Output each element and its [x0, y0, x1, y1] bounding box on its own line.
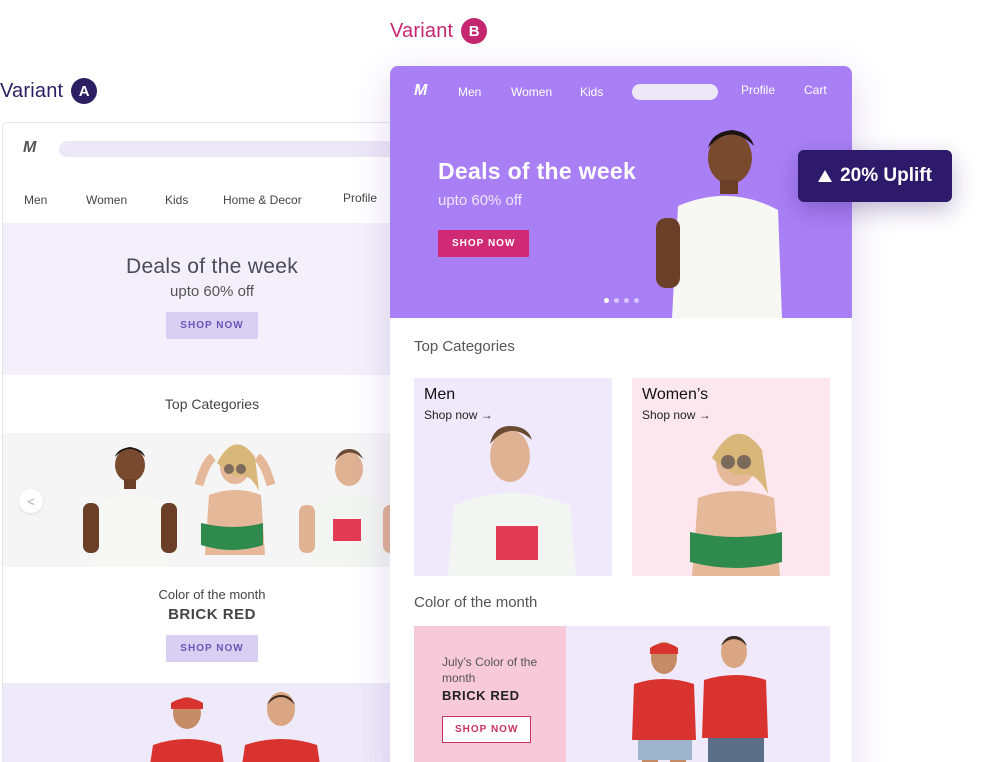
variant-a-nav-women[interactable]: Women	[86, 193, 127, 207]
variant-b-card-men[interactable]: Men Shop now →	[414, 378, 612, 576]
uplift-text: 20% Uplift	[840, 165, 932, 186]
variant-b-hero-pagination[interactable]	[604, 298, 639, 303]
variant-a-search-bar[interactable]	[59, 141, 419, 157]
variant-a-bottom-banner	[3, 683, 421, 762]
variant-a-hero: Deals of the week upto 60% off SHOP NOW	[3, 223, 421, 375]
variant-b-card-womens[interactable]: Women’s Shop now →	[632, 378, 830, 576]
variant-a-color-title: Color of the month	[158, 587, 266, 602]
men-card-title: Men	[424, 386, 456, 403]
model-man-white-tee	[83, 447, 177, 567]
variant-b-search-bar[interactable]	[632, 84, 718, 100]
triangle-up-icon	[818, 170, 833, 182]
variant-a-header: M Men Women Kids Home & Decor Profile	[3, 123, 421, 223]
variant-a-nav-kids[interactable]: Kids	[165, 193, 188, 207]
variant-b-logo[interactable]: M	[414, 82, 427, 100]
model-woman-green-top	[194, 444, 276, 555]
variant-a-nav-men[interactable]: Men	[24, 193, 47, 207]
color-card-shop-button[interactable]: SHOP NOW	[442, 716, 532, 743]
variant-a-hero-subtitle: upto 60% off	[170, 283, 254, 300]
hero-dot-2[interactable]	[614, 298, 619, 303]
variant-b-hero-shop-button[interactable]: SHOP NOW	[438, 230, 530, 257]
hero-dot-3[interactable]	[624, 298, 629, 303]
womens-card-title: Women’s	[642, 386, 709, 403]
variant-a-label-text: Variant	[0, 79, 64, 102]
model-man-graphic-tee	[299, 449, 399, 567]
hero-dot-4[interactable]	[634, 298, 639, 303]
variant-a-categories-title: Top Categories	[164, 396, 260, 412]
variant-b-hero: M Men Women Kids Profile Cart Deals of t…	[390, 66, 852, 318]
variant-b-color-card: July’s Color of the month BRICK RED SHOP…	[414, 626, 830, 762]
color-card-couple-image	[632, 636, 768, 762]
variant-a-nav-profile[interactable]: Profile	[343, 191, 377, 205]
variant-b-hero-subtitle: upto 60% off	[438, 192, 522, 209]
men-card-link[interactable]: Shop now →	[424, 408, 493, 422]
variant-a-logo[interactable]: M	[23, 139, 36, 157]
color-card-image-panel	[566, 626, 830, 762]
variant-a-hero-shop-button[interactable]: SHOP NOW	[166, 312, 258, 339]
color-card-text-panel: July’s Color of the month BRICK RED SHOP…	[414, 626, 566, 762]
color-card-color-name: BRICK RED	[442, 688, 520, 703]
variant-a-nav-home-decor[interactable]: Home & Decor	[223, 193, 302, 207]
variant-b-categories-title: Top Categories	[414, 338, 515, 355]
variant-a-couple-image	[150, 692, 320, 762]
variant-b-label-text: Variant	[390, 19, 454, 42]
variant-a-color-shop-button[interactable]: SHOP NOW	[166, 635, 258, 662]
variant-b-nav-kids[interactable]: Kids	[580, 85, 603, 99]
variant-a-category-models	[83, 444, 399, 567]
variant-b-nav-women[interactable]: Women	[511, 85, 552, 99]
variant-a-category-carousel: <	[3, 433, 421, 567]
uplift-badge: 20% Uplift	[798, 150, 952, 202]
variant-b-hero-model	[656, 130, 782, 318]
variant-b-nav-men[interactable]: Men	[458, 85, 481, 99]
carousel-prev-icon[interactable]: <	[19, 489, 43, 513]
variant-a-badge: A	[71, 78, 98, 104]
variant-b-badge: B	[461, 18, 488, 44]
variant-a-color-name: BRICK RED	[168, 606, 256, 623]
variant-b-color-section-title: Color of the month	[414, 594, 538, 611]
variant-a-label: Variant A	[0, 78, 98, 104]
variant-a-hero-title: Deals of the week	[125, 255, 299, 278]
variant-a-page: M Men Women Kids Home & Decor Profile De…	[2, 122, 422, 762]
comparison-stage: Variant A Variant B M Men Women Kids Hom…	[0, 0, 1004, 762]
variant-a-color-of-month: Color of the month BRICK RED SHOP NOW	[3, 567, 421, 683]
womens-card-link[interactable]: Shop now →	[642, 408, 711, 422]
variant-b-nav-profile[interactable]: Profile	[741, 83, 775, 97]
variant-b-hero-title: Deals of the week	[438, 158, 637, 184]
variant-b-label: Variant B	[390, 18, 488, 44]
variant-b-nav-cart[interactable]: Cart	[804, 83, 827, 97]
color-card-subtitle: July’s Color of the month	[442, 655, 538, 685]
hero-dot-1[interactable]	[604, 298, 609, 303]
variant-b-page: M Men Women Kids Profile Cart Deals of t…	[390, 66, 852, 762]
